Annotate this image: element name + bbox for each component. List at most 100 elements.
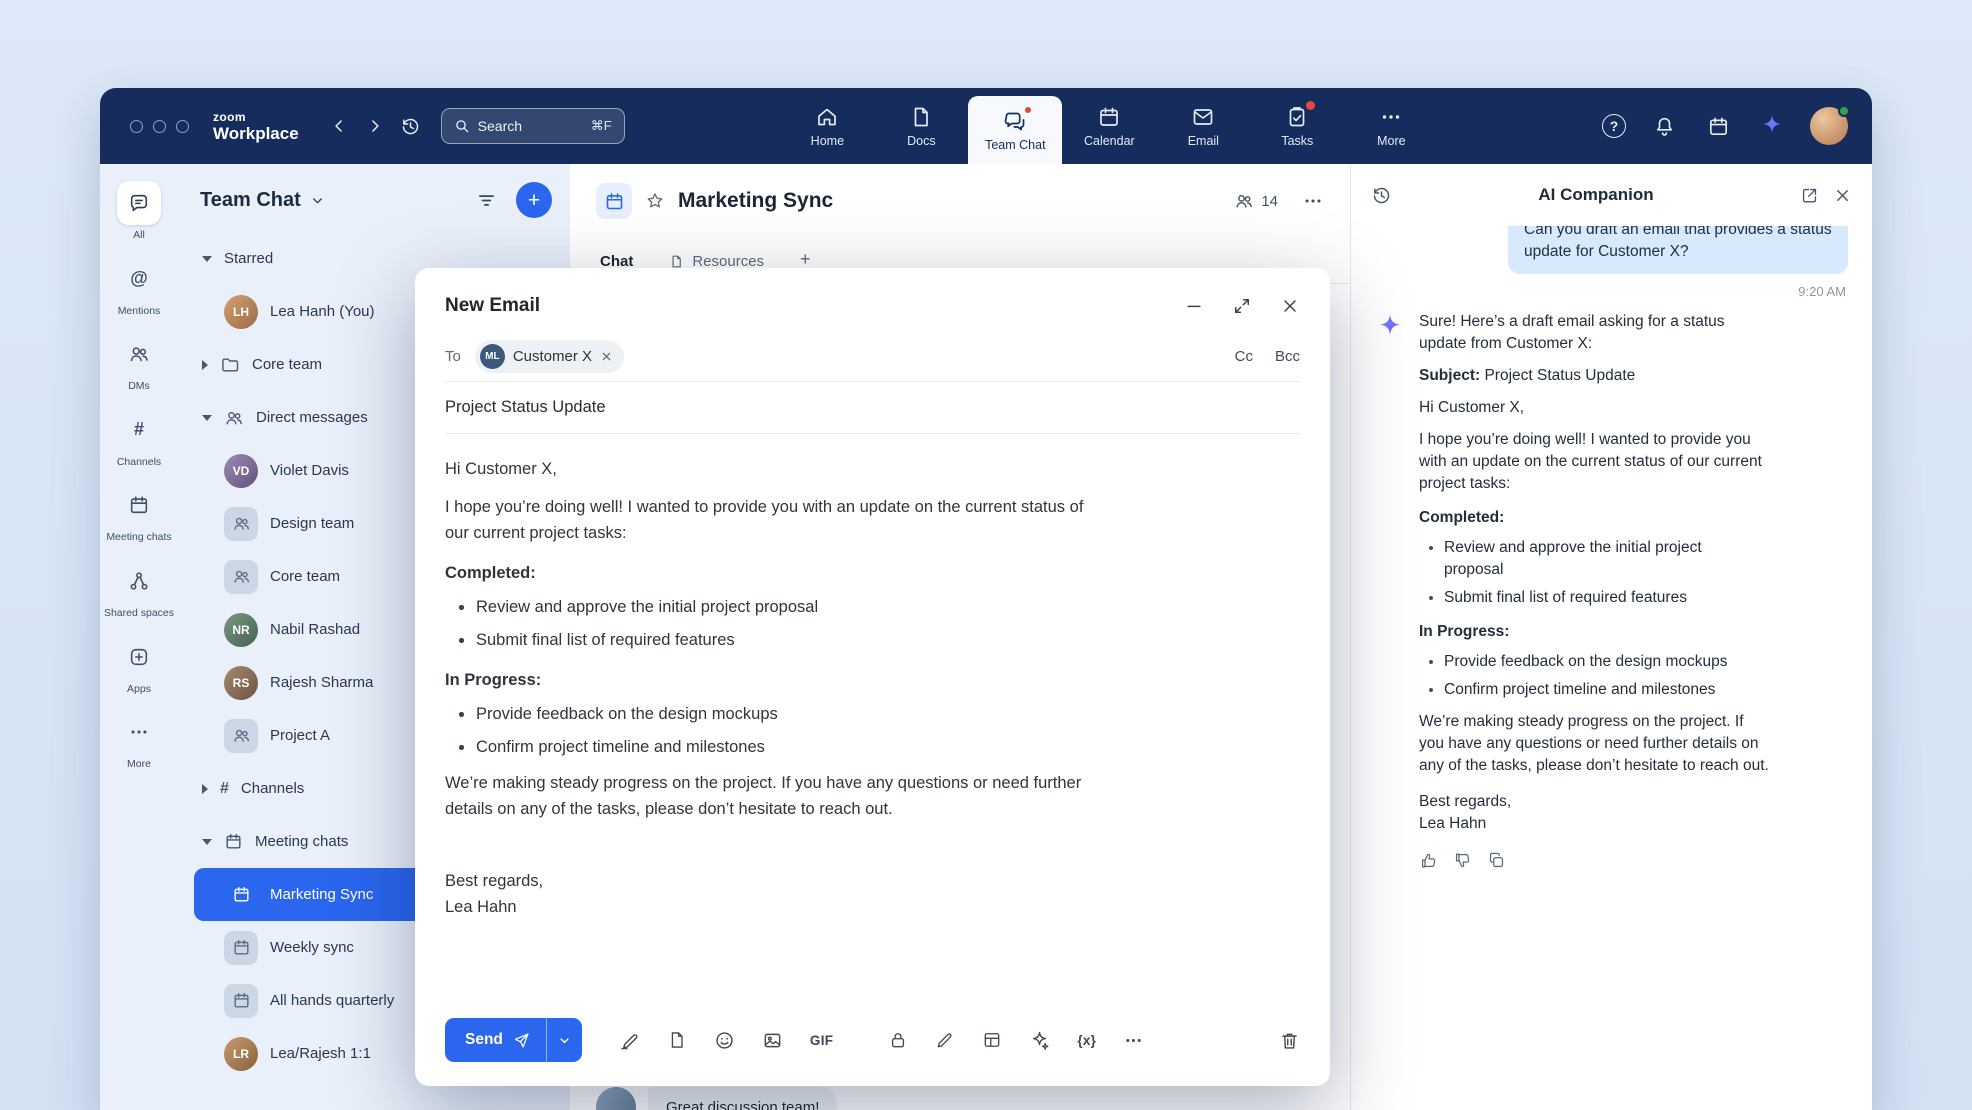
attach-file-button[interactable]: [667, 1030, 687, 1050]
rail-more[interactable]: More: [102, 705, 176, 776]
caret-right-icon: [202, 784, 208, 794]
chevron-down-icon[interactable]: [310, 193, 325, 208]
variables-button[interactable]: {x}: [1077, 1033, 1096, 1048]
cc-bcc-group: Cc Bcc: [1235, 348, 1300, 365]
channel-more-button[interactable]: [1302, 190, 1324, 212]
nav-more[interactable]: More: [1344, 88, 1438, 164]
history-button[interactable]: [395, 110, 427, 142]
encrypt-button[interactable]: [888, 1030, 908, 1050]
modal-controls: [1184, 296, 1300, 316]
rail-apps[interactable]: Apps: [102, 630, 176, 701]
nav-team-chat[interactable]: Team Chat: [968, 96, 1062, 164]
rail-shared-spaces[interactable]: Shared spaces: [102, 554, 176, 625]
ai-sparkle-icon: [1375, 311, 1405, 870]
thumbs-up-button[interactable]: [1419, 851, 1438, 870]
star-button[interactable]: [645, 191, 665, 211]
nav-calendar[interactable]: Calendar: [1062, 88, 1156, 164]
meeting-calendar-icon: [596, 183, 632, 219]
discard-draft-button[interactable]: [1279, 1030, 1300, 1051]
new-chat-button[interactable]: +: [516, 182, 552, 218]
help-button[interactable]: ?: [1602, 114, 1626, 138]
insert-image-button[interactable]: [762, 1030, 783, 1051]
rail-all[interactable]: All: [102, 176, 176, 247]
calendar-icon: [117, 483, 161, 527]
nav-tasks[interactable]: Tasks: [1250, 88, 1344, 164]
cc-button[interactable]: Cc: [1235, 348, 1253, 365]
template-button[interactable]: [982, 1030, 1002, 1050]
team-icon: [224, 719, 258, 753]
ai-history-button[interactable]: [1371, 185, 1392, 206]
signature-button[interactable]: [619, 1030, 640, 1051]
remove-recipient-button[interactable]: [600, 350, 613, 363]
recipient-avatar: ML: [480, 344, 505, 369]
ai-sparkle-icon: [1759, 113, 1785, 139]
nav-email[interactable]: Email: [1156, 88, 1250, 164]
email-body-editor[interactable]: Hi Customer X, I hope you’re doing well!…: [445, 434, 1085, 1002]
nav-home[interactable]: Home: [780, 88, 874, 164]
more-tools-button[interactable]: [1123, 1030, 1144, 1051]
ai-assist-button[interactable]: [1029, 1030, 1050, 1051]
send-button[interactable]: Send: [445, 1018, 546, 1062]
avatar: LH: [224, 295, 258, 329]
members-button[interactable]: 14: [1234, 191, 1278, 211]
apps-icon: [117, 635, 161, 679]
email-icon: [1191, 105, 1215, 129]
ai-reply-greeting: Hi Customer X,: [1419, 397, 1771, 419]
bcc-button[interactable]: Bcc: [1275, 348, 1300, 365]
expand-button[interactable]: [1232, 296, 1252, 316]
email-closing: We’re making steady progress on the proj…: [445, 770, 1085, 822]
rail-mentions[interactable]: @ Mentions: [102, 252, 176, 323]
subject-field[interactable]: Project Status Update: [445, 382, 1300, 434]
plus-icon: +: [528, 190, 540, 211]
open-in-new-window-button[interactable]: [1800, 186, 1819, 205]
recipients-row[interactable]: To ML Customer X Cc Bcc: [445, 332, 1300, 382]
recipient-chip[interactable]: ML Customer X: [475, 340, 624, 373]
rail-channels[interactable]: # Channels: [102, 403, 176, 474]
search-input[interactable]: Search ⌘F: [441, 108, 625, 144]
ai-reply-content: Sure! Here’s a draft email asking for a …: [1419, 311, 1771, 870]
notifications-button[interactable]: [1648, 110, 1680, 142]
rail-meeting-chats[interactable]: Meeting chats: [102, 478, 176, 549]
home-icon: [815, 105, 839, 129]
schedule-button[interactable]: [1702, 110, 1734, 142]
ellipsis-icon: [1123, 1030, 1144, 1051]
ai-companion-button[interactable]: [1756, 110, 1788, 142]
nav-docs[interactable]: Docs: [874, 88, 968, 164]
close-button[interactable]: [1280, 296, 1300, 316]
rail-dms[interactable]: DMs: [102, 327, 176, 398]
window-close-button[interactable]: [130, 120, 143, 133]
chat-label: Marketing Sync: [270, 886, 373, 903]
forward-button[interactable]: [359, 110, 391, 142]
ai-inprogress-list: Provide feedback on the design mockups C…: [1419, 651, 1771, 701]
back-button[interactable]: [323, 110, 355, 142]
thumbs-down-button[interactable]: [1453, 851, 1472, 870]
user-avatar[interactable]: [1810, 107, 1848, 145]
list-item: Confirm project timeline and milestones: [459, 734, 1085, 760]
send-options-button[interactable]: [546, 1018, 582, 1062]
avatar: VD: [224, 454, 258, 488]
copy-button[interactable]: [1487, 851, 1506, 870]
list-item: Review and approve the initial project p…: [459, 594, 1085, 620]
member-count: 14: [1261, 193, 1278, 210]
chat-message: Great discussion team!: [596, 1087, 837, 1110]
presence-dot: [1838, 105, 1850, 117]
panel-title[interactable]: Team Chat: [200, 189, 301, 212]
close-icon: [600, 350, 613, 363]
filter-button[interactable]: [476, 190, 497, 211]
edit-button[interactable]: [935, 1030, 955, 1050]
primary-nav: Home Docs Team Chat Calendar: [780, 88, 1438, 164]
minimize-button[interactable]: [1184, 296, 1204, 316]
modal-header: New Email: [445, 268, 1300, 332]
emoji-button[interactable]: [714, 1030, 735, 1051]
chat-label: Nabil Rashad: [270, 621, 360, 638]
lock-icon: [888, 1030, 908, 1050]
window-zoom-button[interactable]: [176, 120, 189, 133]
gif-button[interactable]: GIF: [810, 1033, 833, 1048]
close-panel-button[interactable]: [1833, 186, 1852, 205]
chat-bubble-icon: [117, 181, 161, 225]
trash-icon: [1279, 1030, 1300, 1051]
chat-label: Violet Davis: [270, 462, 349, 479]
channel-actions: 14: [1234, 190, 1324, 212]
window-minimize-button[interactable]: [153, 120, 166, 133]
chat-label: All hands quarterly: [270, 992, 394, 1009]
